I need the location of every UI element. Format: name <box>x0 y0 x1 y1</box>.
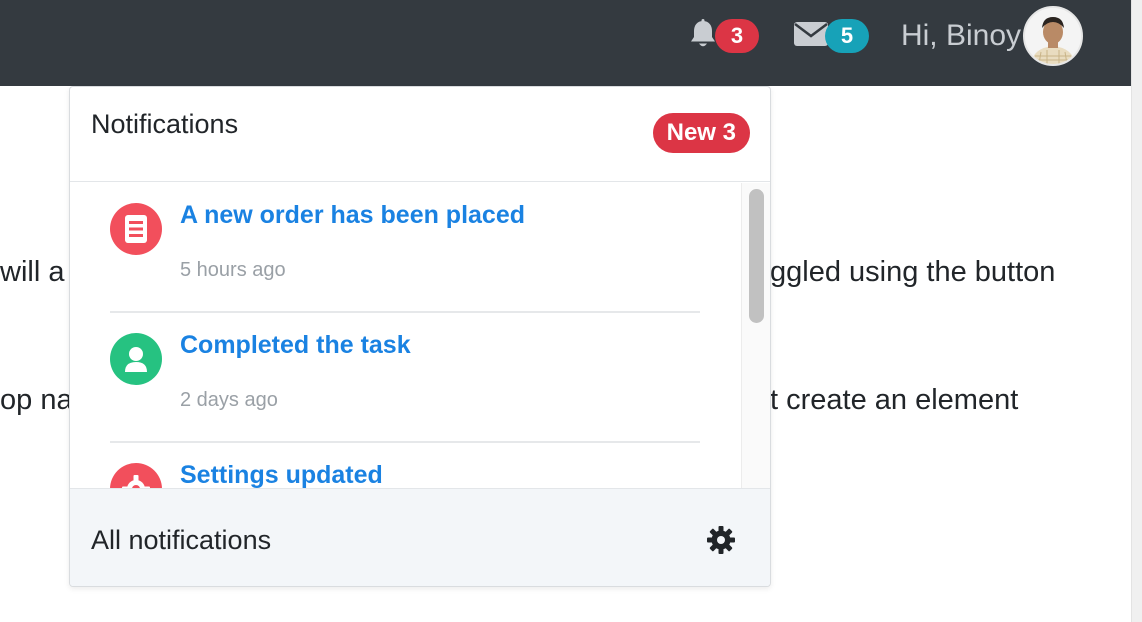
messages-toggle[interactable]: 5 <box>793 19 869 53</box>
page-text-line-2-right: t create an element <box>770 384 1019 416</box>
page-text-line-1-right: ggled using the button <box>770 256 1056 288</box>
notification-time: 5 hours ago <box>180 259 286 281</box>
list-item[interactable]: A new order has been placed 5 hours ago <box>110 183 700 313</box>
gear-icon[interactable] <box>706 525 736 555</box>
envelope-icon <box>793 20 829 53</box>
notifications-dropdown: Notifications New 3 A new order has been… <box>69 86 771 587</box>
notification-title[interactable]: Settings updated <box>180 461 383 490</box>
dropdown-title: Notifications <box>91 109 239 139</box>
notifications-count-badge: 3 <box>714 19 759 53</box>
user-icon <box>110 333 162 385</box>
notifications-toggle[interactable]: 3 <box>687 18 759 55</box>
user-greeting[interactable]: Hi, Binoy <box>901 19 1021 53</box>
list-item[interactable]: Completed the task 2 days ago <box>110 313 700 443</box>
notification-title[interactable]: Completed the task <box>180 331 411 360</box>
list-item[interactable]: Settings updated <box>110 443 700 490</box>
page-text-line-1-left: will a <box>0 256 65 288</box>
all-notifications-link[interactable]: All notifications <box>91 525 271 556</box>
document-icon <box>110 203 162 255</box>
new-count-badge: New 3 <box>652 113 750 153</box>
top-navbar: 3 5 Hi, Binoy <box>0 0 1131 86</box>
dropdown-header: Notifications New 3 <box>70 87 770 182</box>
notification-title[interactable]: A new order has been placed <box>180 201 525 230</box>
page-text-line-2-left: op na <box>0 384 73 416</box>
notification-time: 2 days ago <box>180 389 278 411</box>
notification-list: A new order has been placed 5 hours ago … <box>70 183 770 490</box>
avatar[interactable] <box>1023 6 1083 66</box>
messages-count-badge: 5 <box>824 19 869 53</box>
scrollbar-thumb[interactable] <box>749 189 764 323</box>
navbar-right-group: 3 5 Hi, Binoy <box>687 0 1083 72</box>
gear-icon <box>110 463 162 490</box>
dropdown-footer: All notifications <box>70 488 770 586</box>
dropdown-scrollbar[interactable] <box>741 183 770 490</box>
page-scrollbar[interactable] <box>1131 0 1142 622</box>
